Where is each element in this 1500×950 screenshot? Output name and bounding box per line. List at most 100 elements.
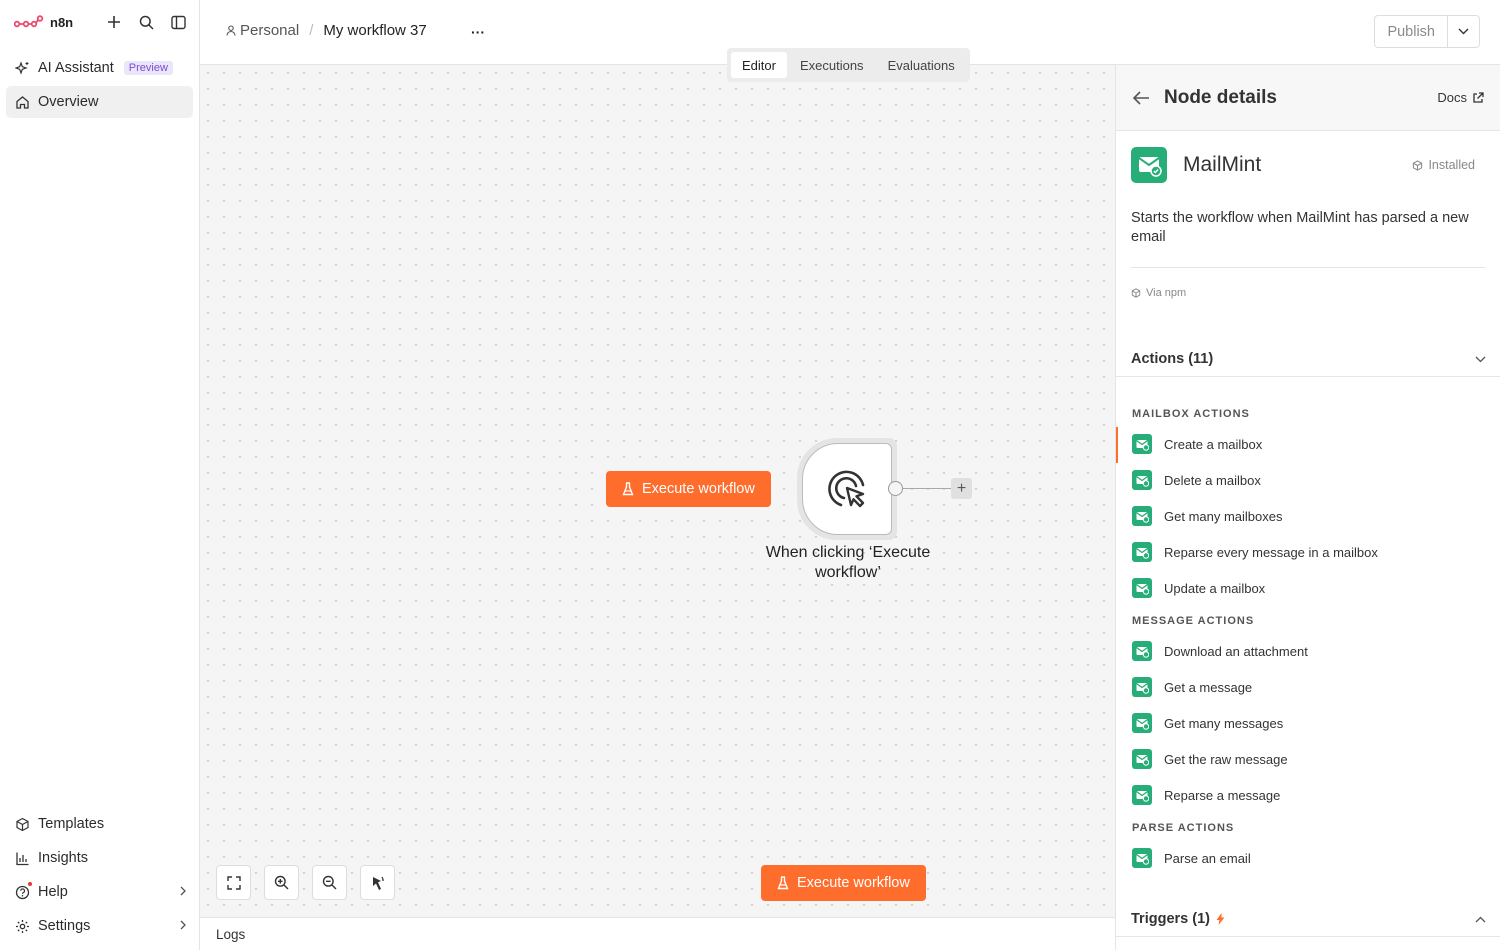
manual-trigger-node[interactable] — [797, 438, 897, 540]
panel-title: Node details — [1164, 86, 1277, 108]
tab-evaluations[interactable]: Evaluations — [877, 52, 966, 78]
sidebar-header: n8n — [0, 0, 199, 44]
workflow-canvas[interactable]: Execute workflow When clicking ‘Execute … — [200, 65, 1115, 917]
sidebar-item-label: Settings — [38, 918, 91, 934]
sidebar-item-label: Help — [38, 884, 68, 900]
tidy-up-button[interactable] — [360, 865, 395, 900]
panel-toggle-icon[interactable] — [169, 13, 187, 31]
publish-button[interactable]: Publish — [1375, 16, 1448, 47]
workflow-name[interactable]: My workflow 37 — [323, 22, 426, 39]
execute-workflow-label: Execute workflow — [642, 481, 755, 497]
chevron-right-icon — [179, 884, 187, 900]
mailmint-icon — [1131, 147, 1167, 183]
zoom-in-icon — [274, 875, 289, 890]
action-item[interactable]: Get the raw message — [1116, 742, 1500, 776]
user-icon — [226, 25, 236, 36]
chevron-down-icon — [1475, 351, 1486, 367]
connector-line — [903, 488, 951, 489]
publish-group: Publish — [1374, 15, 1480, 48]
sparkle-icon — [14, 60, 30, 76]
breadcrumb: Personal / My workflow 37 — [226, 22, 427, 39]
node-details-panel: Node details Docs MailMint Installed Sta… — [1115, 65, 1500, 950]
fit-view-icon — [226, 875, 241, 890]
action-item[interactable]: Get a message — [1116, 670, 1500, 704]
action-item-label: Get the raw message — [1164, 751, 1288, 767]
via-label: Via npm — [1146, 287, 1187, 299]
breadcrumb-separator: / — [309, 22, 314, 39]
bottom-execute-workflow-button[interactable]: Execute workflow — [761, 865, 926, 901]
add-icon[interactable] — [105, 13, 123, 31]
zoom-out-icon — [322, 875, 337, 890]
action-item-label: Update a mailbox — [1164, 580, 1266, 596]
sidebar-item-templates[interactable]: Templates — [6, 808, 193, 840]
package-icon — [1413, 159, 1423, 171]
zoom-in-button[interactable] — [264, 865, 299, 900]
docs-label: Docs — [1437, 90, 1467, 105]
sidebar-item-insights[interactable]: Insights — [6, 842, 193, 874]
publish-dropdown-button[interactable] — [1448, 16, 1479, 47]
chevron-up-icon — [1475, 911, 1486, 927]
tab-executions[interactable]: Executions — [789, 52, 875, 78]
action-item[interactable]: Parse an email — [1116, 841, 1500, 875]
sidebar-item-settings[interactable]: Settings — [6, 910, 193, 942]
installed-badge: Installed — [1412, 158, 1475, 172]
bar-chart-icon — [14, 850, 30, 866]
logs-label: Logs — [216, 926, 246, 942]
flask-icon — [622, 482, 634, 496]
action-item[interactable]: Get many mailboxes — [1116, 499, 1500, 533]
chevron-right-icon — [179, 918, 187, 934]
action-item-label: Parse an email — [1164, 850, 1251, 866]
mailmint-icon — [1132, 713, 1152, 733]
mailmint-icon — [1132, 749, 1152, 769]
more-options-button[interactable]: ··· — [468, 22, 488, 42]
sidebar-item-label: AI Assistant — [38, 60, 114, 76]
add-node-button[interactable]: + — [951, 478, 972, 499]
triggers-section-header[interactable]: Triggers (1) — [1116, 901, 1500, 937]
output-connector[interactable] — [888, 481, 903, 496]
breadcrumb-project[interactable]: Personal — [226, 22, 299, 39]
action-item[interactable]: Download an attachment — [1116, 634, 1500, 668]
breadcrumb-project-label: Personal — [240, 22, 300, 39]
panel-header: Node details Docs — [1116, 65, 1500, 131]
package-icon — [1131, 288, 1141, 298]
sidebar-item-help[interactable]: Help — [6, 876, 193, 908]
execute-workflow-button[interactable]: Execute workflow — [606, 471, 771, 507]
fit-view-button[interactable] — [216, 865, 251, 900]
zoom-out-button[interactable] — [312, 865, 347, 900]
sidebar-item-ai-assistant[interactable]: AI Assistant Preview — [6, 52, 193, 84]
action-item[interactable]: Update a mailbox — [1116, 571, 1500, 605]
action-item-label: Get a message — [1164, 679, 1253, 695]
action-item[interactable]: Reparse every message in a mailbox — [1116, 535, 1500, 569]
action-group-title: MAILBOX ACTIONS — [1132, 408, 1250, 420]
flask-icon — [777, 876, 789, 890]
execute-workflow-label: Execute workflow — [797, 875, 910, 891]
mailmint-icon — [1132, 848, 1152, 868]
sidebar-item-label: Insights — [38, 850, 88, 866]
mailmint-icon — [1132, 506, 1152, 526]
action-item[interactable]: Get many messages — [1116, 706, 1500, 740]
sidebar: n8n AI Assistant Preview Overview Templa… — [0, 0, 200, 950]
n8n-logo[interactable]: n8n — [14, 15, 73, 30]
mailmint-icon — [1132, 434, 1152, 454]
actions-section-header[interactable]: Actions (11) — [1116, 341, 1500, 377]
node-description: Starts the workflow when MailMint has pa… — [1131, 209, 1485, 268]
action-item-label: Get many messages — [1164, 715, 1284, 731]
action-item[interactable]: Delete a mailbox — [1116, 463, 1500, 497]
sidebar-item-label: Templates — [38, 816, 105, 832]
action-item-label: Download an attachment — [1164, 643, 1308, 659]
logs-bar[interactable]: Logs — [200, 917, 1115, 950]
node-info: MailMint Installed Starts the workflow w… — [1116, 131, 1500, 299]
docs-link[interactable]: Docs — [1437, 90, 1484, 105]
mailmint-icon — [1132, 785, 1152, 805]
search-icon[interactable] — [137, 13, 155, 31]
gear-icon — [14, 918, 30, 934]
sidebar-item-overview[interactable]: Overview — [6, 86, 193, 118]
home-icon — [14, 94, 30, 110]
n8n-logo-icon — [14, 15, 44, 28]
preview-badge: Preview — [123, 61, 173, 75]
logo-text: n8n — [50, 14, 74, 30]
action-item[interactable]: Create a mailbox — [1116, 427, 1500, 463]
tab-editor[interactable]: Editor — [731, 52, 787, 78]
back-arrow-icon[interactable] — [1132, 89, 1150, 107]
action-item[interactable]: Reparse a message — [1116, 778, 1500, 812]
